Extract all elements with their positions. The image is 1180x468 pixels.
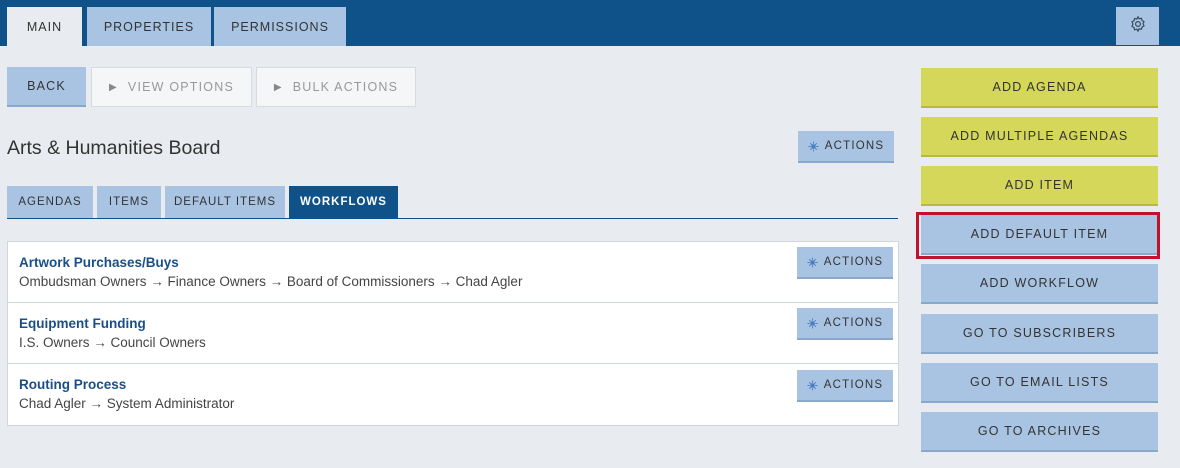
bulk-actions-button[interactable]: ▶ BULK ACTIONS: [256, 67, 416, 107]
bulk-actions-label: BULK ACTIONS: [292, 80, 399, 94]
add-item-button[interactable]: ADD ITEM: [921, 166, 1158, 206]
board-actions-button[interactable]: ACTIONS: [798, 131, 894, 163]
subtab-agendas[interactable]: AGENDAS: [7, 186, 93, 218]
view-options-button[interactable]: ▶ VIEW OPTIONS: [91, 67, 252, 107]
workflow-list: Artwork Purchases/Buys Ombudsman Owners …: [7, 241, 899, 426]
go-to-archives-button[interactable]: GO TO ARCHIVES: [921, 412, 1158, 452]
workflow-steps: Chad Agler → System Administrator: [19, 396, 235, 411]
workflow-actions-button[interactable]: ACTIONS: [797, 247, 893, 279]
subtab-default-items[interactable]: DEFAULT ITEMS: [165, 186, 285, 218]
actions-label: ACTIONS: [823, 256, 884, 268]
actions-label: ACTIONS: [823, 317, 884, 329]
play-triangle-icon: ▶: [273, 81, 283, 93]
gear-icon: [807, 256, 818, 268]
tab-properties[interactable]: PROPERTIES: [87, 7, 211, 46]
go-to-subscribers-button[interactable]: GO TO SUBSCRIBERS: [921, 314, 1158, 354]
workflow-steps: I.S. Owners → Council Owners: [19, 335, 206, 350]
workflow-actions-button[interactable]: ACTIONS: [797, 370, 893, 402]
workflow-title[interactable]: Artwork Purchases/Buys: [19, 255, 179, 270]
gear-icon: [1129, 15, 1147, 38]
add-default-item-button[interactable]: ADD DEFAULT ITEM: [921, 215, 1158, 255]
list-item: Routing Process Chad Agler → System Admi…: [8, 364, 898, 425]
gear-icon: [807, 317, 818, 329]
top-nav-bar: MAIN PROPERTIES PERMISSIONS: [0, 0, 1180, 46]
add-agenda-button[interactable]: ADD AGENDA: [921, 68, 1158, 108]
add-workflow-button[interactable]: ADD WORKFLOW: [921, 264, 1158, 304]
tab-main[interactable]: MAIN: [7, 7, 82, 46]
workflow-title[interactable]: Routing Process: [19, 377, 126, 392]
tab-divider: [7, 218, 898, 219]
page-title: Arts & Humanities Board: [7, 137, 221, 159]
settings-button[interactable]: [1116, 7, 1159, 45]
back-button[interactable]: BACK: [7, 67, 86, 107]
list-item: Artwork Purchases/Buys Ombudsman Owners …: [8, 242, 898, 303]
subtab-items[interactable]: ITEMS: [97, 186, 161, 218]
tab-permissions[interactable]: PERMISSIONS: [214, 7, 346, 46]
workflow-title[interactable]: Equipment Funding: [19, 316, 146, 331]
actions-label: ACTIONS: [823, 379, 884, 391]
view-options-label: VIEW OPTIONS: [127, 80, 234, 94]
actions-label: ACTIONS: [824, 140, 885, 152]
list-item: Equipment Funding I.S. Owners → Council …: [8, 303, 898, 364]
subtab-workflows[interactable]: WORKFLOWS: [289, 186, 398, 218]
gear-icon: [808, 140, 819, 152]
go-to-email-lists-button[interactable]: GO TO EMAIL LISTS: [921, 363, 1158, 403]
add-multiple-agendas-button[interactable]: ADD MULTIPLE AGENDAS: [921, 117, 1158, 157]
gear-icon: [807, 379, 818, 391]
workflow-steps: Ombudsman Owners → Finance Owners → Boar…: [19, 274, 523, 289]
play-triangle-icon: ▶: [109, 81, 118, 93]
workflow-actions-button[interactable]: ACTIONS: [797, 308, 893, 340]
